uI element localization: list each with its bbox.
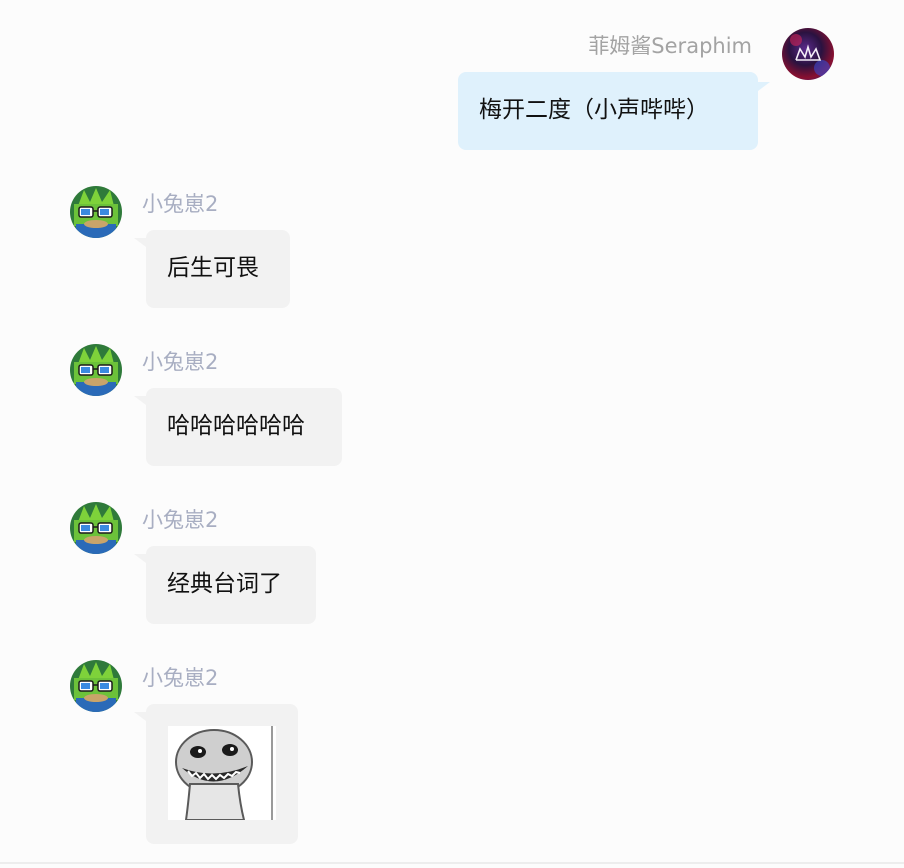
frog-glasses-avatar-icon[interactable] (70, 660, 122, 712)
message-text: 梅开二度（小声哔哔） (479, 97, 709, 123)
bottom-divider (0, 862, 904, 864)
bubble-tail (134, 238, 146, 247)
sender-name: 菲姆酱Seraphim (588, 34, 752, 58)
message-bubble[interactable]: 经典台词了 (146, 546, 316, 624)
bubble-tail (134, 712, 146, 721)
sender-name: 小兔崽2 (142, 508, 219, 532)
sender-name: 小兔崽2 (142, 192, 219, 216)
message-text: 哈哈哈哈哈哈 (167, 413, 305, 439)
bubble-tail (758, 82, 770, 91)
grinning-face-sticker-icon[interactable] (168, 726, 276, 820)
crown-avatar-icon[interactable] (782, 28, 834, 80)
message-bubble[interactable]: 后生可畏 (146, 230, 290, 308)
message-bubble[interactable]: 哈哈哈哈哈哈 (146, 388, 342, 466)
chat-message-list: 菲姆酱Seraphim 梅开二度（小声哔哔） 小兔崽2 后生可畏 小兔崽2 哈哈… (0, 0, 904, 862)
message-bubble[interactable] (146, 704, 298, 844)
message-text: 经典台词了 (167, 571, 282, 597)
bubble-tail (134, 396, 146, 405)
bubble-tail (134, 554, 146, 563)
message-text: 后生可畏 (167, 255, 259, 281)
frog-glasses-avatar-icon[interactable] (70, 186, 122, 238)
frog-glasses-avatar-icon[interactable] (70, 502, 122, 554)
message-bubble[interactable]: 梅开二度（小声哔哔） (458, 72, 758, 150)
sender-name: 小兔崽2 (142, 666, 219, 690)
sender-name: 小兔崽2 (142, 350, 219, 374)
frog-glasses-avatar-icon[interactable] (70, 344, 122, 396)
